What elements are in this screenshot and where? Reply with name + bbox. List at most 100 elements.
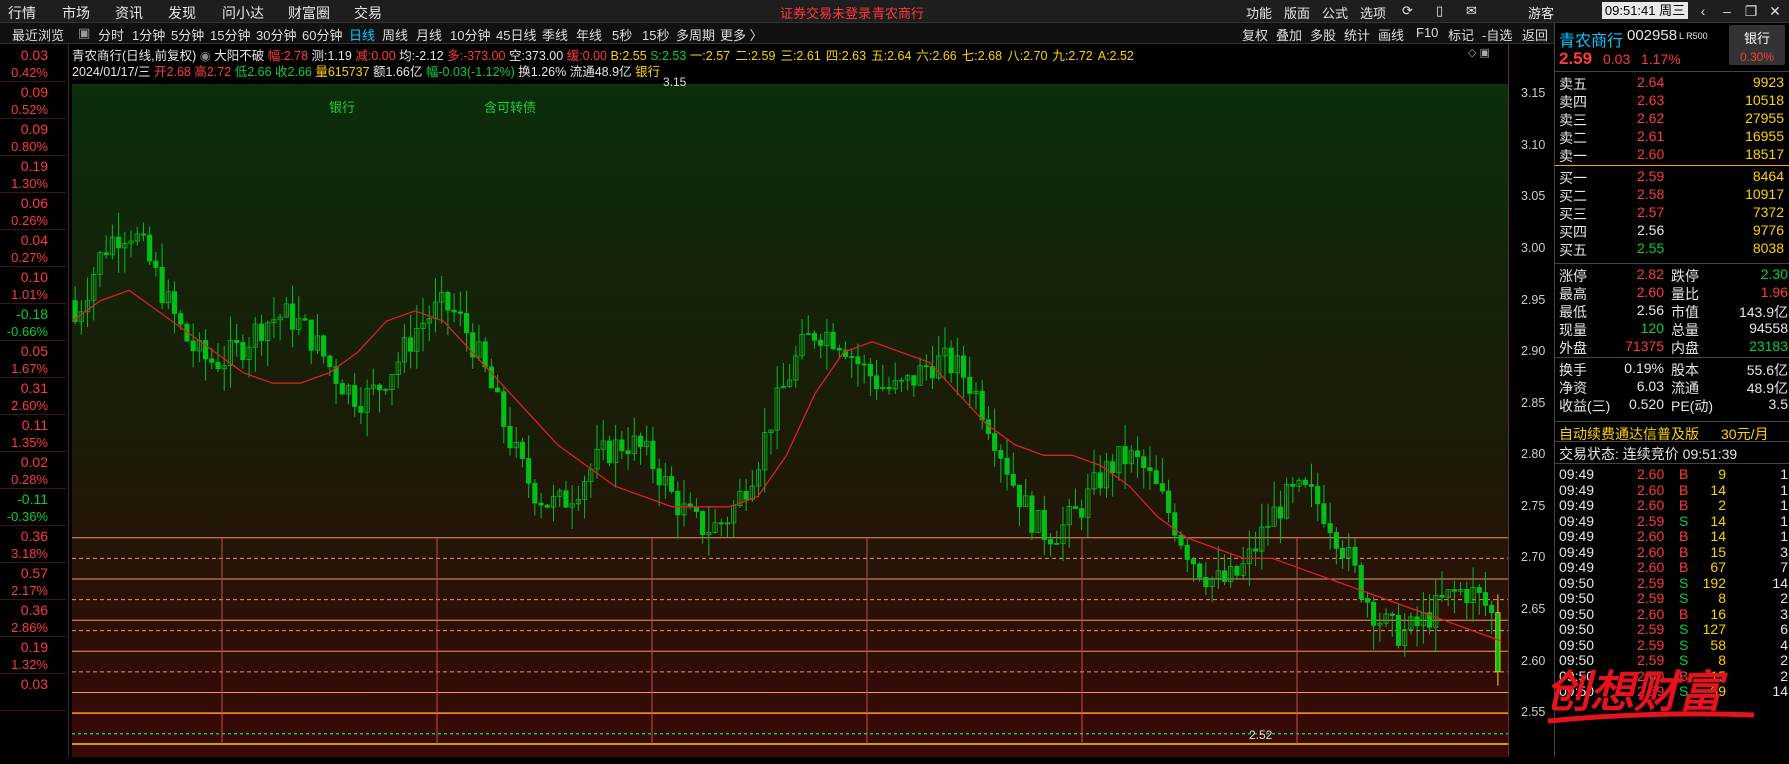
candle-body[interactable] bbox=[1308, 484, 1315, 487]
candle-body[interactable] bbox=[911, 375, 917, 386]
candle-body[interactable] bbox=[302, 318, 308, 321]
ask-level[interactable]: 卖五 2.64 9923 bbox=[1555, 74, 1789, 92]
candle-body[interactable] bbox=[482, 341, 488, 368]
mark-button[interactable]: 标记 bbox=[1448, 25, 1474, 44]
tab-period[interactable]: 月线 bbox=[416, 25, 442, 44]
tab-period[interactable]: 季线 bbox=[542, 25, 568, 44]
candle-body[interactable] bbox=[1395, 615, 1402, 646]
recent-list-item[interactable]: 0.03 bbox=[0, 673, 66, 711]
candle-body[interactable] bbox=[861, 363, 867, 366]
layout-icon[interactable]: ▣ bbox=[78, 25, 90, 41]
candle-body[interactable] bbox=[675, 491, 681, 516]
candle-body[interactable] bbox=[1364, 598, 1370, 603]
menu-layout[interactable]: 版面 bbox=[1284, 3, 1310, 22]
candle-body[interactable] bbox=[1476, 586, 1482, 593]
recent-list-item[interactable]: 0.09 0.52% bbox=[0, 81, 66, 119]
candle-body[interactable] bbox=[1389, 613, 1395, 616]
candle-body[interactable] bbox=[700, 511, 706, 536]
restore-icon[interactable]: ❐ bbox=[1740, 2, 1762, 20]
tab-more[interactable]: 更多 〉 bbox=[720, 25, 763, 44]
candle-body[interactable] bbox=[811, 333, 818, 341]
candle-body[interactable] bbox=[215, 361, 221, 370]
candle-body[interactable] bbox=[376, 384, 383, 391]
recent-browse-button[interactable]: 最近浏览 bbox=[12, 25, 64, 44]
candle-body[interactable] bbox=[606, 440, 613, 464]
candle-body[interactable] bbox=[1290, 483, 1296, 487]
candle-body[interactable] bbox=[625, 450, 631, 455]
mail-icon[interactable]: ✉ bbox=[1466, 3, 1477, 19]
candle-body[interactable] bbox=[1333, 532, 1339, 549]
candle-body[interactable] bbox=[507, 426, 513, 449]
candle-body[interactable] bbox=[886, 386, 892, 390]
candle-body[interactable] bbox=[358, 406, 364, 413]
recent-list-item[interactable]: 0.06 0.26% bbox=[0, 192, 66, 230]
candle-body[interactable] bbox=[321, 335, 327, 357]
candle-body[interactable] bbox=[1016, 484, 1023, 508]
tab-period[interactable]: 分时 bbox=[98, 25, 124, 44]
candle-body[interactable] bbox=[327, 355, 333, 368]
candle-body[interactable] bbox=[1489, 604, 1495, 614]
candle-body[interactable] bbox=[1029, 495, 1035, 533]
menu-item[interactable]: 发现 bbox=[168, 3, 196, 23]
back-icon[interactable]: ‹ bbox=[1692, 2, 1714, 20]
menu-item[interactable]: 问小达 bbox=[222, 3, 264, 23]
candle-body[interactable] bbox=[619, 439, 625, 452]
candle-body[interactable] bbox=[1203, 576, 1209, 588]
candle-body[interactable] bbox=[637, 435, 644, 447]
candle-body[interactable] bbox=[849, 356, 855, 359]
menu-item[interactable]: 行情 bbox=[8, 3, 36, 23]
tab-period[interactable]: 5分钟 bbox=[171, 25, 204, 44]
recent-list-item[interactable]: 0.36 2.86% bbox=[0, 599, 66, 637]
candle-body[interactable] bbox=[718, 522, 724, 525]
tab-period[interactable]: 15分钟 bbox=[210, 25, 250, 44]
candle-body[interactable] bbox=[457, 311, 463, 314]
candle-body[interactable] bbox=[544, 504, 550, 508]
candle-body[interactable] bbox=[501, 391, 507, 427]
candle-body[interactable] bbox=[867, 363, 873, 377]
bid-level[interactable]: 买二 2.58 10917 bbox=[1555, 186, 1789, 204]
candle-body[interactable] bbox=[258, 323, 265, 342]
candle-body[interactable] bbox=[178, 313, 184, 325]
tab-period[interactable]: 周线 bbox=[382, 25, 408, 44]
candle-body[interactable] bbox=[1327, 523, 1333, 533]
candle-body[interactable] bbox=[445, 292, 451, 311]
remove-watchlist-button[interactable]: -自选 bbox=[1482, 25, 1512, 44]
recent-list-item[interactable]: 0.19 1.32% bbox=[0, 636, 66, 674]
return-button[interactable]: 返回 bbox=[1522, 25, 1548, 44]
candle-body[interactable] bbox=[538, 502, 544, 506]
candle-body[interactable] bbox=[1371, 601, 1377, 626]
tab-period[interactable]: 1分钟 bbox=[132, 25, 165, 44]
candle-body[interactable] bbox=[408, 337, 414, 352]
recent-list-item[interactable]: 0.10 1.01% bbox=[0, 266, 66, 304]
candle-body[interactable] bbox=[1464, 589, 1470, 604]
candle-body[interactable] bbox=[836, 348, 842, 351]
candle-body[interactable] bbox=[203, 340, 209, 360]
candle-body[interactable] bbox=[308, 319, 314, 351]
multi-stock-button[interactable]: 多股 bbox=[1310, 25, 1336, 44]
draw-button[interactable]: 画线 bbox=[1378, 25, 1404, 44]
tab-period[interactable]: 5秒 bbox=[612, 25, 632, 44]
candle-body[interactable] bbox=[1221, 570, 1228, 582]
recent-list-item[interactable]: 0.09 0.80% bbox=[0, 118, 66, 156]
ask-level[interactable]: 卖四 2.63 10518 bbox=[1555, 92, 1789, 110]
tab-period[interactable]: 多周期 bbox=[676, 25, 715, 44]
stats-button[interactable]: 统计 bbox=[1344, 25, 1370, 44]
candle-body[interactable] bbox=[1097, 472, 1103, 489]
candle-body[interactable] bbox=[1339, 548, 1346, 559]
recent-list-item[interactable]: 0.03 0.42% bbox=[0, 44, 66, 82]
guest-user[interactable]: 游客 bbox=[1528, 3, 1554, 22]
candle-body[interactable] bbox=[818, 339, 824, 346]
tab-period-active[interactable]: 日线 bbox=[349, 25, 375, 44]
recent-list-item[interactable]: 0.31 2.60% bbox=[0, 377, 66, 415]
candle-body[interactable] bbox=[1439, 594, 1445, 598]
candle-body[interactable] bbox=[147, 234, 153, 262]
candle-body[interactable] bbox=[488, 366, 494, 389]
candle-body[interactable] bbox=[656, 468, 662, 486]
candle-body[interactable] bbox=[495, 387, 501, 393]
overlay-button[interactable]: 叠加 bbox=[1276, 25, 1302, 44]
candle-body[interactable] bbox=[1041, 509, 1047, 540]
bid-level[interactable]: 买三 2.57 7372 bbox=[1555, 204, 1789, 222]
tab-period[interactable]: 10分钟 bbox=[450, 25, 490, 44]
bid-level[interactable]: 买四 2.56 9776 bbox=[1555, 222, 1789, 240]
candle-body[interactable] bbox=[1153, 470, 1159, 485]
